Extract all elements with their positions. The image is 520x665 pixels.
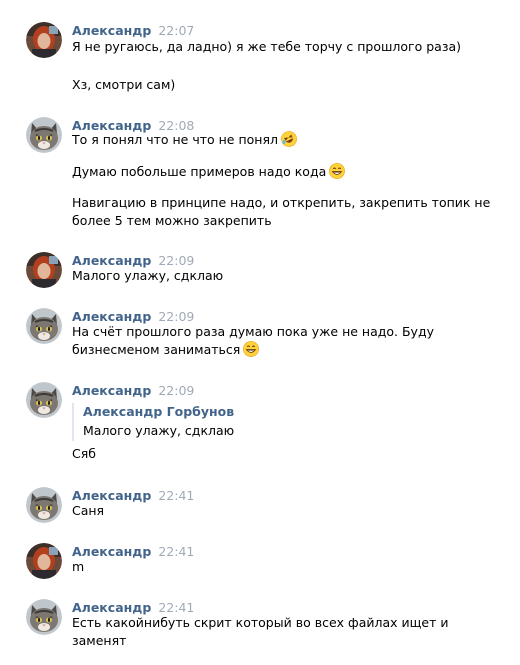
message-time[interactable]: 22:09 — [158, 383, 194, 398]
cat-avatar[interactable] — [26, 308, 62, 344]
message-text: На счёт прошлого раза думаю пока уже не … — [72, 324, 434, 339]
grin-emoji — [329, 163, 346, 179]
message-text: заменят — [72, 633, 127, 648]
message-time[interactable]: 22:41 — [158, 544, 194, 559]
message: Александр 22:41 Саня — [0, 485, 520, 525]
message-author[interactable]: Александр — [72, 23, 151, 38]
red-hair-person-avatar[interactable] — [26, 543, 62, 579]
reply-quote-author[interactable]: Александр Горбунов — [83, 403, 234, 421]
message: Александр 22:08 То я понял что не что не … — [0, 115, 520, 235]
message-time[interactable]: 22:07 — [158, 23, 194, 38]
message-text: бизнесменом заниматься — [72, 341, 260, 359]
message: Александр 22:41 m — [0, 541, 520, 581]
message-time[interactable]: 22:41 — [158, 600, 194, 615]
message-text: более 5 тем можно закрепить — [72, 213, 272, 228]
message-text: Есть какойнибуть скрит который во всех ф… — [72, 615, 449, 630]
message-text: Саня — [72, 503, 105, 518]
message-text: Я не ругаюсь, да ладно) я же тебе торчу … — [72, 39, 462, 54]
message-author[interactable]: Александр — [72, 309, 151, 324]
message-author[interactable]: Александр — [72, 253, 151, 268]
message-text: Сяб — [72, 446, 96, 461]
message-time[interactable]: 22:09 — [158, 253, 194, 268]
message-text: Навигацию в принципе надо, и открепить, … — [72, 195, 491, 210]
cat-avatar[interactable] — [26, 487, 62, 523]
message-text: Малого улажу, сдклаю — [72, 268, 224, 283]
reply-quote-bar — [72, 403, 74, 441]
message-author[interactable]: Александр — [72, 383, 151, 398]
message-author[interactable]: Александр — [72, 488, 151, 503]
cat-avatar[interactable] — [26, 382, 62, 418]
cat-avatar[interactable] — [26, 117, 62, 153]
message-text: Хз, смотри сам) — [72, 77, 176, 92]
message-time[interactable]: 22:09 — [158, 309, 194, 324]
grin-emoji — [243, 341, 260, 357]
message-author[interactable]: Александр — [72, 544, 151, 559]
message: Александр 22:41 Есть какойнибуть скрит ко… — [0, 597, 520, 657]
message: Александр 22:07 Я не ругаюсь, да ладно) я… — [0, 20, 520, 100]
cat-avatar[interactable] — [26, 599, 62, 635]
message-time[interactable]: 22:41 — [158, 488, 194, 503]
message-text: То я понял что не что не понял — [72, 131, 297, 149]
message-text: m — [72, 559, 85, 574]
message: Александр 22:09 Малого улажу, сдклаю — [0, 250, 520, 290]
message: Александр 22:09 Александр Горбунов Малого… — [0, 380, 520, 470]
red-hair-person-avatar[interactable] — [26, 22, 62, 58]
message: Александр 22:09 На счёт прошлого раза дум… — [0, 306, 520, 366]
red-hair-person-avatar[interactable] — [26, 252, 62, 288]
message-author[interactable]: Александр — [72, 600, 151, 615]
message-text: Думаю побольше примеров надо кода — [72, 163, 346, 181]
rofl-emoji — [280, 131, 297, 147]
reply-quote-text[interactable]: Малого улажу, сдклаю — [83, 422, 234, 440]
